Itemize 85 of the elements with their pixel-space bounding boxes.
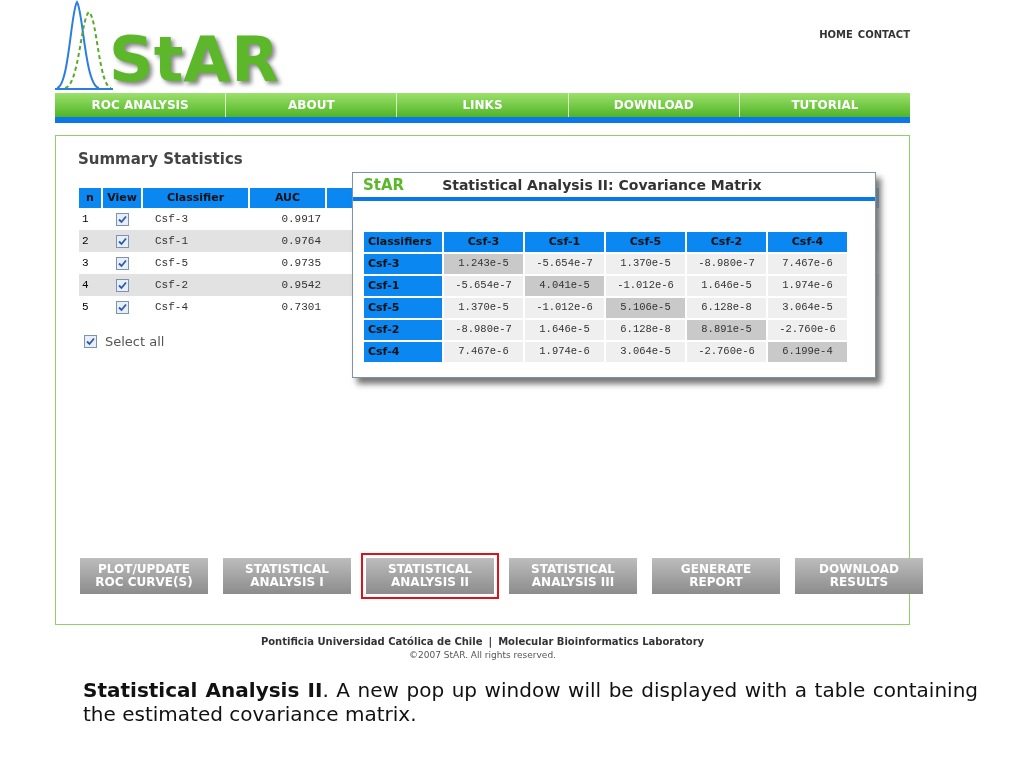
table-cell: -2.760e-6 xyxy=(768,320,847,340)
table-cell-text: 0.9917 xyxy=(280,211,322,227)
checkbox[interactable] xyxy=(115,234,129,248)
table-cell: -1.012e-6 xyxy=(525,298,604,318)
table-cell: 1.243e-5 xyxy=(444,254,523,274)
table-cell-text: 1 xyxy=(81,211,90,227)
nav-tab[interactable]: DOWNLOAD xyxy=(567,93,739,117)
top-link[interactable]: HOME xyxy=(819,27,853,42)
curves-icon xyxy=(55,0,113,92)
copyright-text: ©2007 StAR. All rights reserved. xyxy=(409,650,556,660)
row-header: Csf-1 xyxy=(364,276,442,296)
column-header: Classifier xyxy=(143,188,248,208)
column-header: AUC xyxy=(250,188,325,208)
table-cell-text: 5 xyxy=(81,299,90,315)
action-button[interactable]: DOWNLOAD RESULTS xyxy=(795,558,923,594)
caption-text: Statistical Analysis II. A new pop up window will be displayed with a table containing the estimated covariance matrix. xyxy=(83,678,978,726)
action-button[interactable]: PLOT/UPDATE ROC CURVE(S) xyxy=(80,558,208,594)
table-cell-text: 0.7301 xyxy=(280,299,322,315)
table-cell: -1.012e-6 xyxy=(606,276,685,296)
checkbox[interactable] xyxy=(115,212,129,226)
table-cell: -2.760e-6 xyxy=(687,342,766,362)
checkbox[interactable] xyxy=(115,256,129,270)
action-button[interactable]: STATISTICAL ANALYSIS II xyxy=(366,558,494,594)
top-link[interactable]: CONTACT xyxy=(857,27,910,42)
column-header: Classifiers xyxy=(364,232,442,252)
checkbox[interactable] xyxy=(84,335,97,349)
row-header: Csf-5 xyxy=(364,298,442,318)
table-cell: -8.980e-7 xyxy=(687,254,766,274)
nav-tab[interactable]: LINKS xyxy=(396,93,568,117)
table-cell: 1.370e-5 xyxy=(444,298,523,318)
column-header: Csf-1 xyxy=(525,232,604,252)
column-header: Csf-2 xyxy=(687,232,766,252)
separator-text: | xyxy=(488,635,493,649)
logo-text: StAR xyxy=(109,29,279,91)
action-button[interactable]: STATISTICAL ANALYSIS I xyxy=(223,558,351,594)
table-cell-text: 3 xyxy=(81,255,90,271)
table-cell-text: Csf-1 xyxy=(154,233,189,249)
column-header: n xyxy=(79,188,101,208)
column-header: Csf-3 xyxy=(444,232,523,252)
row-header: Csf-2 xyxy=(364,320,442,340)
brand-text: StAR xyxy=(363,174,405,196)
table-cell-text: Csf-4 xyxy=(154,299,189,315)
popup-title: Statistical Analysis II: Covariance Matrix xyxy=(442,175,762,195)
table-cell: 6.128e-8 xyxy=(606,320,685,340)
table-cell: -8.980e-7 xyxy=(444,320,523,340)
table-cell-text: 4 xyxy=(81,277,90,293)
nav-tab[interactable]: ABOUT xyxy=(225,93,397,117)
section-title: Summary Statistics xyxy=(78,149,243,170)
table-cell-text: 0.9735 xyxy=(280,255,322,271)
table-cell-text: 0.9542 xyxy=(280,277,322,293)
table-cell: 6.128e-8 xyxy=(687,298,766,318)
table-cell: 5.106e-5 xyxy=(606,298,685,318)
table-cell: 8.891e-5 xyxy=(687,320,766,340)
footer-link[interactable]: Pontificia Universidad Católica de Chile xyxy=(260,634,483,649)
table-cell: -5.654e-7 xyxy=(444,276,523,296)
nav-tab[interactable]: TUTORIAL xyxy=(738,93,910,117)
footer-link[interactable]: Molecular Bioinformatics Laboratory xyxy=(498,634,705,649)
table-cell-text: 0.9764 xyxy=(280,233,322,249)
table-cell: 1.370e-5 xyxy=(606,254,685,274)
column-header: Csf-5 xyxy=(606,232,685,252)
table-cell: 1.646e-5 xyxy=(687,276,766,296)
table-cell-text: 2 xyxy=(81,233,90,249)
column-header: View xyxy=(103,188,141,208)
table-cell: -5.654e-7 xyxy=(525,254,604,274)
table-cell-text: Csf-3 xyxy=(154,211,189,227)
row-header: Csf-3 xyxy=(364,254,442,274)
action-button[interactable]: GENERATE REPORT xyxy=(652,558,780,594)
table-cell: 6.199e-4 xyxy=(768,342,847,362)
table-cell-text: Csf-5 xyxy=(154,255,189,271)
column-header: Csf-4 xyxy=(768,232,847,252)
table-cell: 3.064e-5 xyxy=(606,342,685,362)
table-cell: 1.974e-6 xyxy=(525,342,604,362)
table-cell: 1.974e-6 xyxy=(768,276,847,296)
table-cell: 7.467e-6 xyxy=(444,342,523,362)
checkbox[interactable] xyxy=(115,300,129,314)
table-cell-text: Csf-2 xyxy=(154,277,189,293)
checkbox-label: Select all xyxy=(105,333,165,351)
checkbox[interactable] xyxy=(115,278,129,292)
action-button[interactable]: STATISTICAL ANALYSIS III xyxy=(509,558,637,594)
table-cell: 3.064e-5 xyxy=(768,298,847,318)
table-cell: 4.041e-5 xyxy=(525,276,604,296)
row-header: Csf-4 xyxy=(364,342,442,362)
table-cell: 1.646e-5 xyxy=(525,320,604,340)
table-cell: 7.467e-6 xyxy=(768,254,847,274)
nav-tab[interactable]: ROC ANALYSIS xyxy=(55,93,226,117)
